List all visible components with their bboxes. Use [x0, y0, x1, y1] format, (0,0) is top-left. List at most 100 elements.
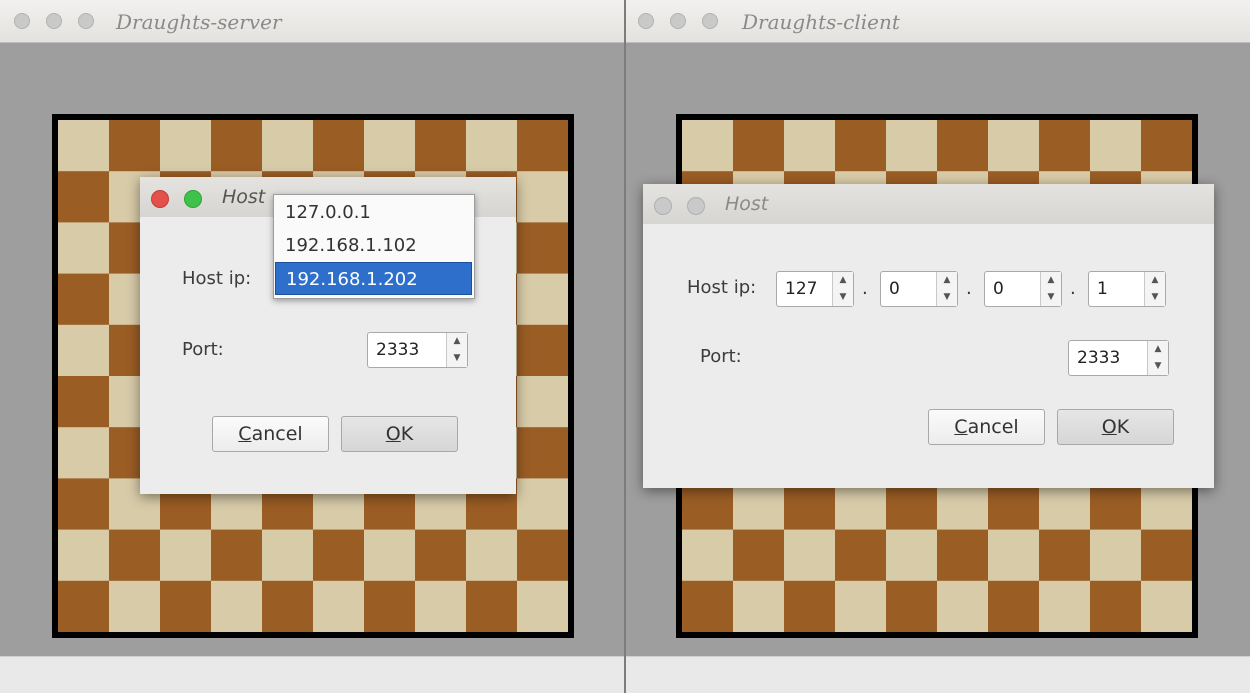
light-square[interactable]: [466, 529, 518, 582]
dark-square[interactable]: [262, 580, 314, 632]
spin-down-icon[interactable]: ▼: [1145, 289, 1165, 306]
dark-square[interactable]: [364, 580, 416, 632]
minimize-window-icon[interactable]: [46, 13, 62, 29]
light-square[interactable]: [58, 222, 110, 275]
light-square[interactable]: [262, 120, 314, 172]
spin-down-icon[interactable]: ▼: [833, 289, 853, 306]
dark-square[interactable]: [733, 529, 785, 582]
host-option-selected[interactable]: 192.168.1.202: [275, 262, 472, 295]
light-square[interactable]: [109, 580, 161, 632]
light-square[interactable]: [58, 529, 110, 582]
maximize-dialog-icon[interactable]: [184, 190, 202, 208]
dark-square[interactable]: [109, 529, 161, 582]
dark-square[interactable]: [886, 580, 938, 632]
light-square[interactable]: [835, 580, 887, 632]
host-ip-dropdown[interactable]: 127.0.0.1 192.168.1.102 192.168.1.202: [273, 194, 475, 299]
dark-square[interactable]: [1141, 529, 1192, 582]
dark-square[interactable]: [58, 478, 110, 531]
light-square[interactable]: [682, 120, 734, 172]
light-square[interactable]: [784, 529, 836, 582]
maximize-dialog-icon[interactable]: [687, 197, 705, 215]
light-square[interactable]: [364, 529, 416, 582]
spin-up-icon[interactable]: ▲: [1148, 341, 1168, 358]
light-square[interactable]: [262, 529, 314, 582]
dark-square[interactable]: [466, 580, 518, 632]
cancel-button[interactable]: Cancel: [212, 416, 329, 452]
light-square[interactable]: [784, 120, 836, 172]
spin-down-icon[interactable]: ▼: [937, 289, 957, 306]
light-square[interactable]: [886, 120, 938, 172]
dark-square[interactable]: [58, 273, 110, 326]
dark-square[interactable]: [1039, 529, 1091, 582]
dark-square[interactable]: [58, 171, 110, 223]
light-square[interactable]: [517, 580, 568, 632]
octet-spinbox-1[interactable]: 127 ▲ ▼: [776, 271, 854, 307]
light-square[interactable]: [937, 580, 989, 632]
light-square[interactable]: [58, 324, 110, 377]
octet-spinbox-4[interactable]: 1 ▲ ▼: [1088, 271, 1166, 307]
close-dialog-icon[interactable]: [654, 197, 672, 215]
dark-square[interactable]: [937, 120, 989, 172]
dark-square[interactable]: [988, 580, 1040, 632]
dark-square[interactable]: [517, 427, 568, 479]
host-option[interactable]: 192.168.1.102: [275, 229, 472, 262]
dark-square[interactable]: [517, 529, 568, 582]
light-square[interactable]: [1090, 120, 1142, 172]
cancel-button[interactable]: Cancel: [928, 409, 1045, 445]
dark-square[interactable]: [835, 120, 887, 172]
light-square[interactable]: [58, 427, 110, 479]
light-square[interactable]: [364, 120, 416, 172]
dark-square[interactable]: [1141, 120, 1192, 172]
spin-up-icon[interactable]: ▲: [937, 272, 957, 289]
port-spinbox[interactable]: 2333 ▲ ▼: [367, 332, 468, 368]
light-square[interactable]: [58, 120, 110, 172]
spin-up-icon[interactable]: ▲: [1145, 272, 1165, 289]
dark-square[interactable]: [937, 529, 989, 582]
light-square[interactable]: [1039, 580, 1091, 632]
light-square[interactable]: [886, 529, 938, 582]
dark-square[interactable]: [517, 120, 568, 172]
light-square[interactable]: [517, 478, 568, 531]
light-square[interactable]: [988, 120, 1040, 172]
dark-square[interactable]: [313, 120, 365, 172]
host-option[interactable]: 127.0.0.1: [275, 196, 472, 229]
ok-button[interactable]: OK: [1057, 409, 1174, 445]
dark-square[interactable]: [784, 580, 836, 632]
dark-square[interactable]: [1090, 580, 1142, 632]
dark-square[interactable]: [313, 529, 365, 582]
minimize-window-icon[interactable]: [670, 13, 686, 29]
spin-down-icon[interactable]: ▼: [1041, 289, 1061, 306]
dark-square[interactable]: [415, 120, 467, 172]
light-square[interactable]: [517, 376, 568, 428]
dark-square[interactable]: [58, 580, 110, 632]
close-window-icon[interactable]: [638, 13, 654, 29]
light-square[interactable]: [733, 580, 785, 632]
spin-up-icon[interactable]: ▲: [1041, 272, 1061, 289]
dark-square[interactable]: [517, 222, 568, 275]
port-spinbox[interactable]: 2333 ▲ ▼: [1068, 340, 1169, 376]
spin-down-icon[interactable]: ▼: [447, 350, 467, 367]
close-window-icon[interactable]: [14, 13, 30, 29]
light-square[interactable]: [517, 171, 568, 223]
dark-square[interactable]: [517, 324, 568, 377]
spin-up-icon[interactable]: ▲: [447, 333, 467, 350]
light-square[interactable]: [313, 580, 365, 632]
dark-square[interactable]: [1039, 120, 1091, 172]
light-square[interactable]: [160, 529, 212, 582]
maximize-window-icon[interactable]: [702, 13, 718, 29]
light-square[interactable]: [1141, 580, 1192, 632]
light-square[interactable]: [466, 120, 518, 172]
spin-up-icon[interactable]: ▲: [833, 272, 853, 289]
dark-square[interactable]: [211, 120, 263, 172]
light-square[interactable]: [160, 120, 212, 172]
light-square[interactable]: [988, 529, 1040, 582]
light-square[interactable]: [517, 273, 568, 326]
light-square[interactable]: [211, 580, 263, 632]
dark-square[interactable]: [109, 120, 161, 172]
dark-square[interactable]: [58, 376, 110, 428]
spin-down-icon[interactable]: ▼: [1148, 358, 1168, 375]
octet-spinbox-3[interactable]: 0 ▲ ▼: [984, 271, 1062, 307]
octet-spinbox-2[interactable]: 0 ▲ ▼: [880, 271, 958, 307]
maximize-window-icon[interactable]: [78, 13, 94, 29]
ok-button[interactable]: OK: [341, 416, 458, 452]
